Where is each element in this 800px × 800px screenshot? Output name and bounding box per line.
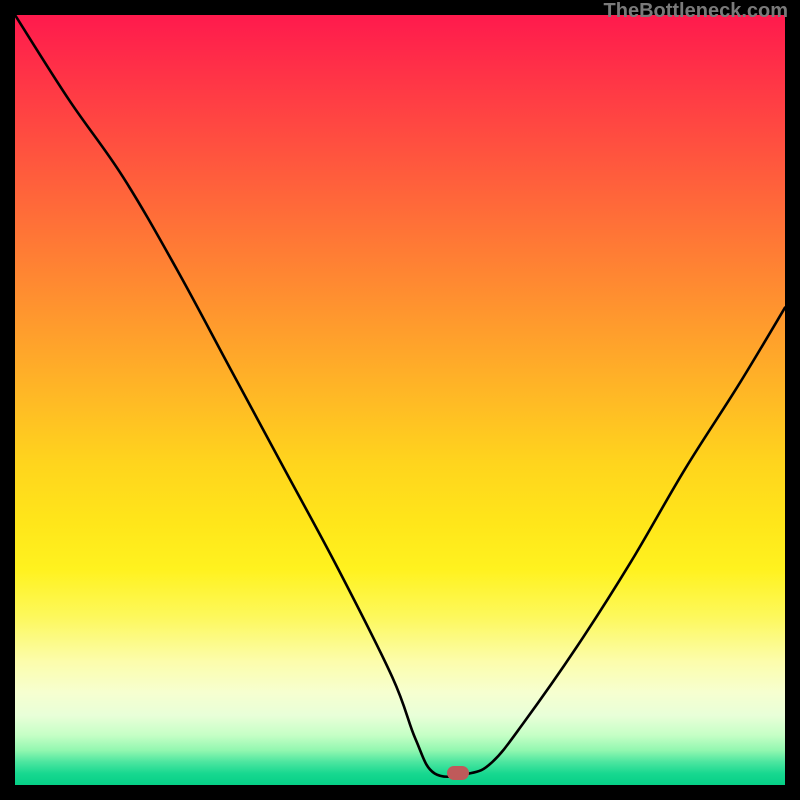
optimum-marker <box>447 766 469 780</box>
curve-layer <box>15 15 785 785</box>
chart-frame: TheBottleneck.com <box>0 0 800 800</box>
watermark-text: TheBottleneck.com <box>604 0 788 23</box>
bottleneck-curve <box>15 15 785 777</box>
plot-area <box>15 15 785 785</box>
